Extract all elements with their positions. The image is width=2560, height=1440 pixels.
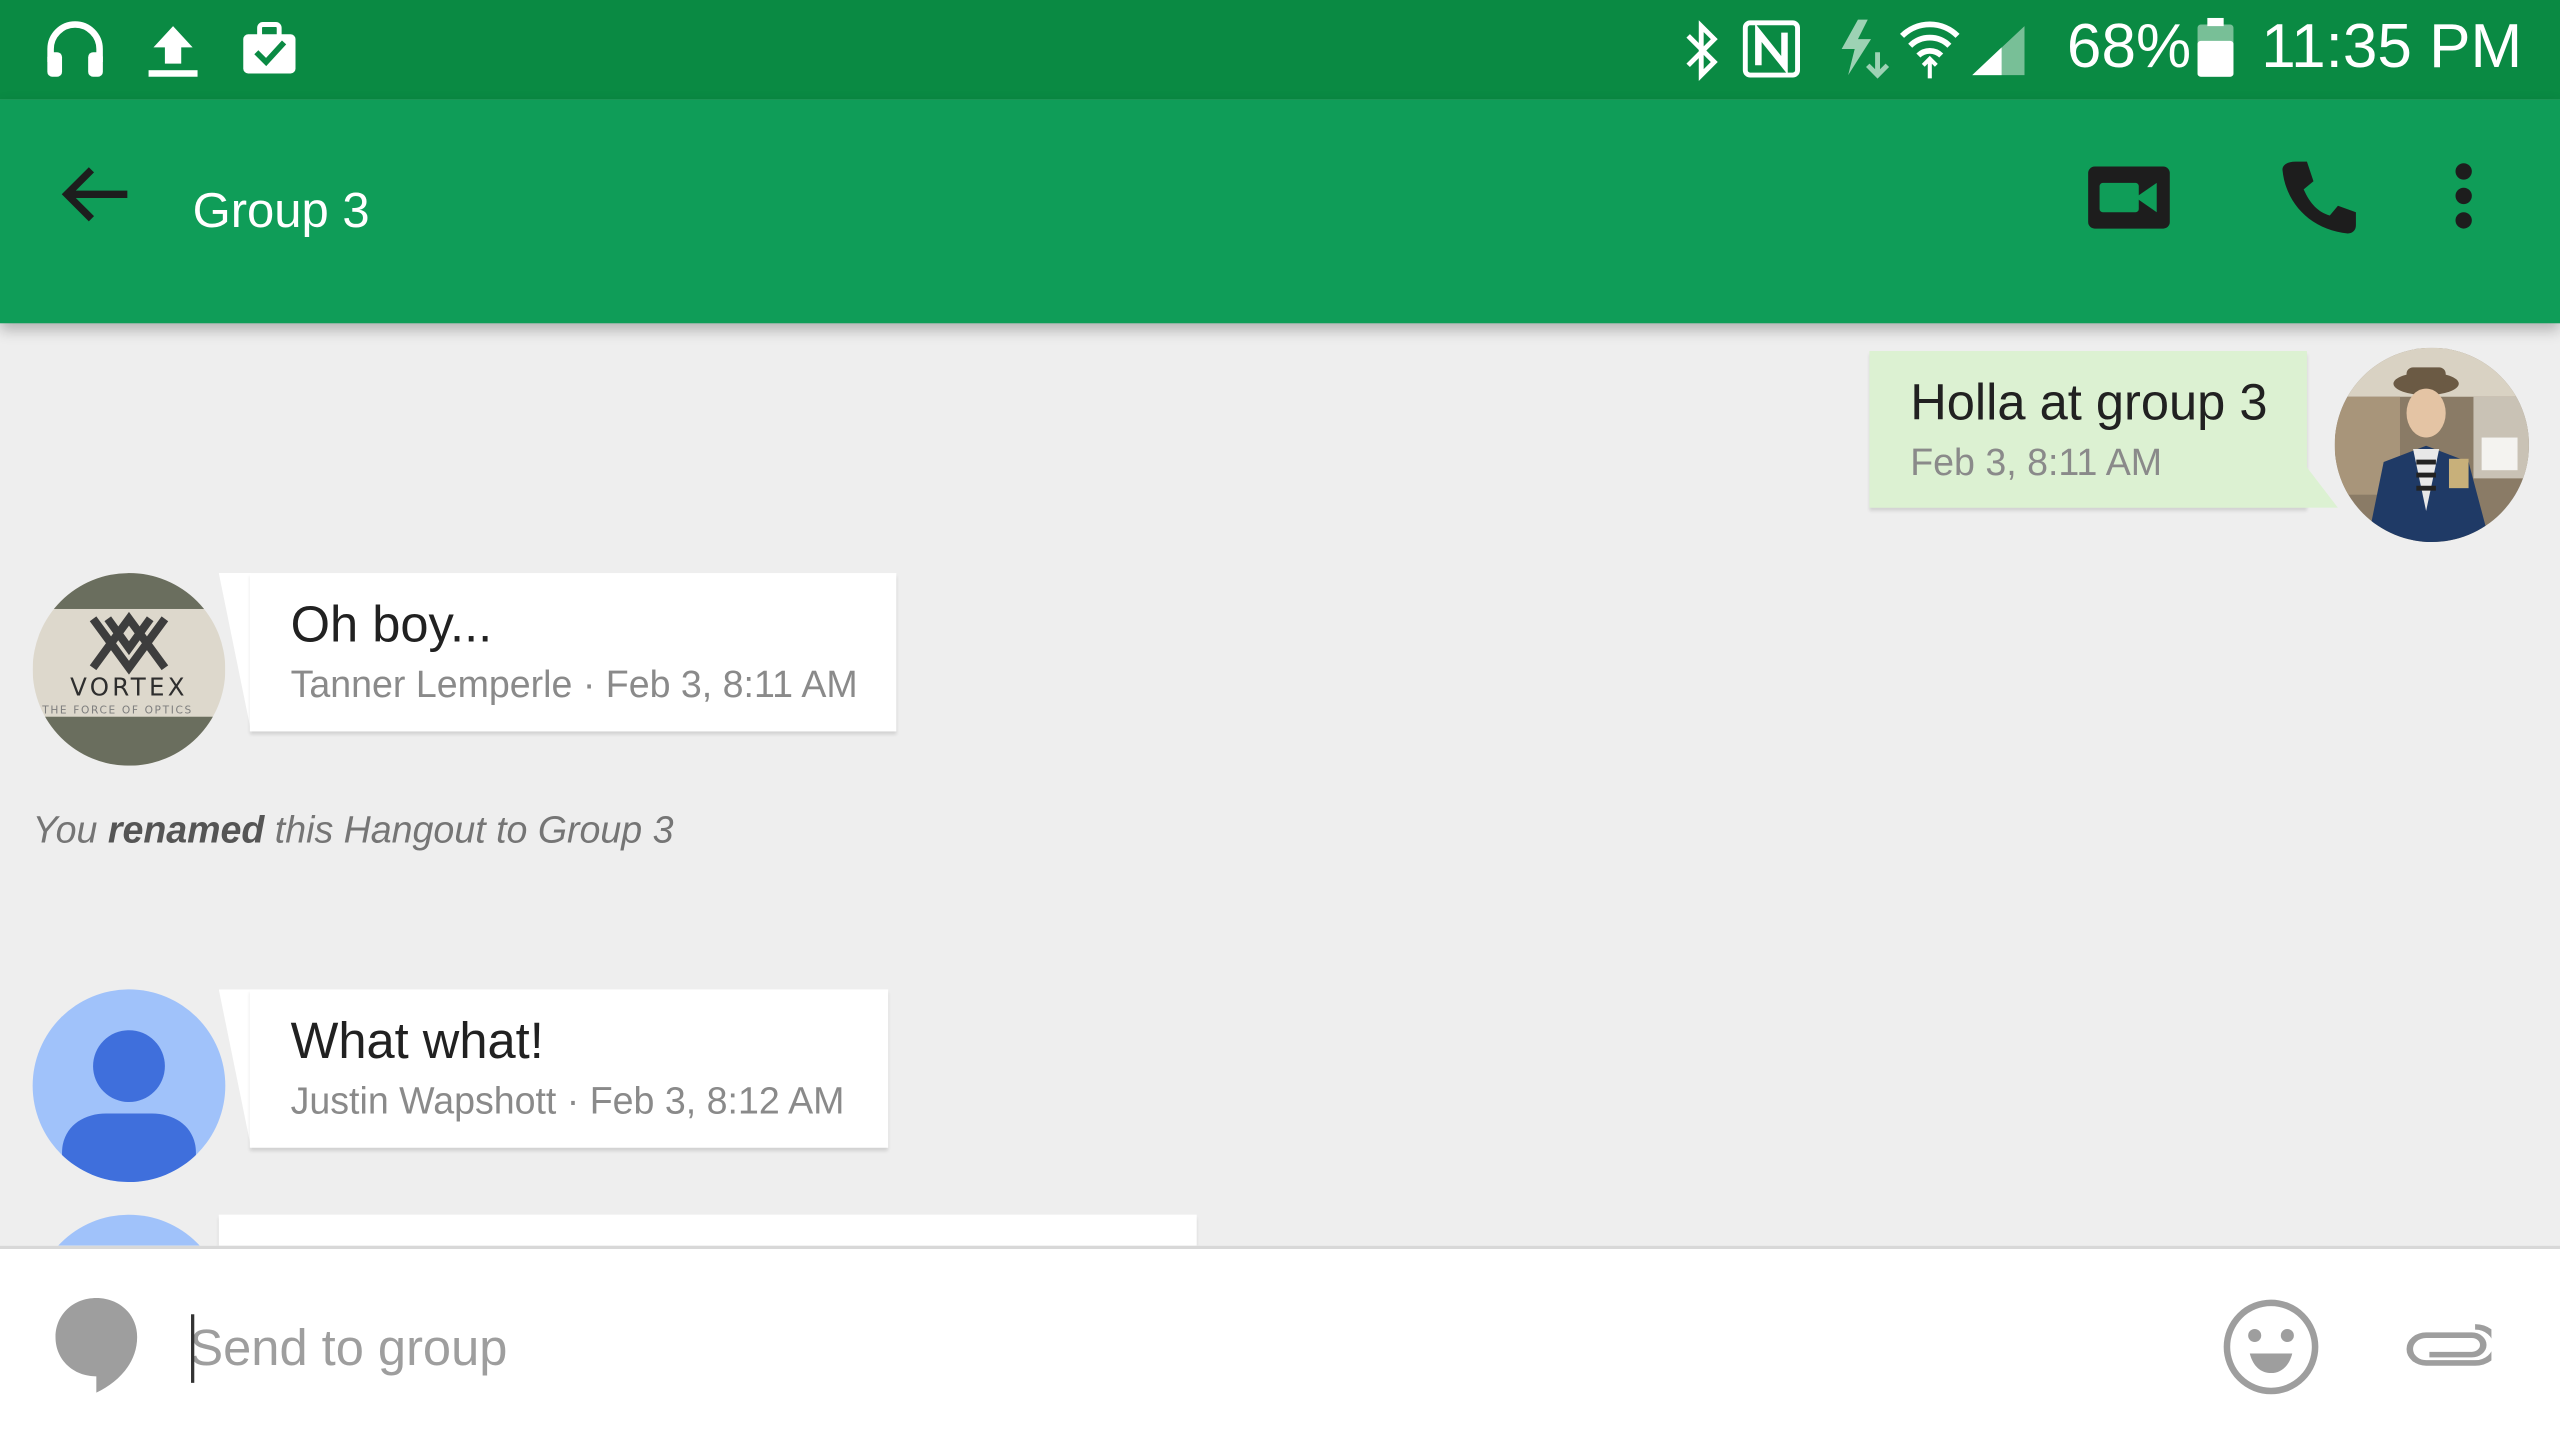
clock: 11:35 PM xyxy=(2261,13,2523,82)
message-bubble[interactable]: Oh boy... Tanner Lemperle · Feb 3, 8:11 … xyxy=(249,573,897,732)
message-list[interactable]: Holla at group 3 Feb 3, 8:11 AM VORTEX T… xyxy=(0,323,2560,1246)
own-message-bubble[interactable]: Holla at group 3 Feb 3, 8:11 AM xyxy=(1869,351,2307,508)
vortex-tagline: THE FORCE OF OPTICS xyxy=(41,703,193,716)
phone-icon[interactable] xyxy=(2279,158,2357,236)
justin-avatar[interactable] xyxy=(32,989,226,1183)
system-message-suffix: this Hangout to Group 3 xyxy=(274,808,674,851)
briefcase-icon xyxy=(243,22,296,74)
message-text: What what! xyxy=(290,1012,544,1070)
partial-avatar[interactable] xyxy=(32,1214,226,1246)
message-meta: Justin Wapshott · Feb 3, 8:12 AM xyxy=(290,1079,845,1122)
video-call-icon[interactable] xyxy=(2087,165,2172,230)
text-caret xyxy=(191,1314,195,1383)
message-meta: Feb 3, 8:11 AM xyxy=(1910,440,2163,484)
message-text: Oh boy... xyxy=(290,595,493,654)
battery-percent: 68% xyxy=(2066,13,2192,82)
bubble-tail-tanner xyxy=(218,573,252,734)
hangouts-bubble-icon[interactable] xyxy=(52,1295,140,1396)
vortex-logo-text: VORTEX xyxy=(70,673,188,702)
wifi-icon xyxy=(1900,21,1960,79)
status-bar: 68% 11:35 PM xyxy=(0,0,2560,100)
bluetooth-icon xyxy=(1686,20,1718,82)
signal-icon xyxy=(1972,26,2025,76)
system-message-prefix: You xyxy=(32,808,98,851)
more-vert-icon[interactable] xyxy=(2449,162,2478,234)
message-bubble[interactable]: What what! Justin Wapshott · Feb 3, 8:12… xyxy=(249,989,889,1148)
app-bar: Group 3 xyxy=(0,99,2560,324)
upload-icon xyxy=(148,26,198,77)
data-saver-icon xyxy=(1841,19,1890,79)
attachment-icon[interactable] xyxy=(2406,1321,2492,1373)
emoji-icon[interactable] xyxy=(2222,1298,2320,1396)
bubble-tail-own xyxy=(2305,351,2338,508)
tanner-avatar[interactable]: VORTEX THE FORCE OF OPTICS xyxy=(32,573,226,766)
composer-bar xyxy=(0,1245,2560,1440)
system-message-action: renamed xyxy=(107,808,265,851)
message-meta: Tanner Lemperle · Feb 3, 8:11 AM xyxy=(290,662,858,706)
message-text: Holla at group 3 xyxy=(1910,373,2268,432)
back-arrow-icon[interactable] xyxy=(59,162,134,227)
bubble-tail-justin xyxy=(218,989,252,1150)
own-avatar[interactable] xyxy=(2334,347,2529,543)
hangouts-screen: 68% 11:35 PM Group 3 Holla at group 3 Fe… xyxy=(0,0,2560,1440)
battery-icon xyxy=(2197,17,2234,77)
conversation-title: Group 3 xyxy=(192,184,370,239)
system-message: You renamed this Hangout to Group 3 xyxy=(33,808,674,852)
nfc-icon xyxy=(1742,20,1800,78)
partial-message-bubble[interactable] xyxy=(218,1214,1197,1246)
headphones-icon xyxy=(47,21,103,77)
message-input[interactable] xyxy=(189,1311,2149,1387)
